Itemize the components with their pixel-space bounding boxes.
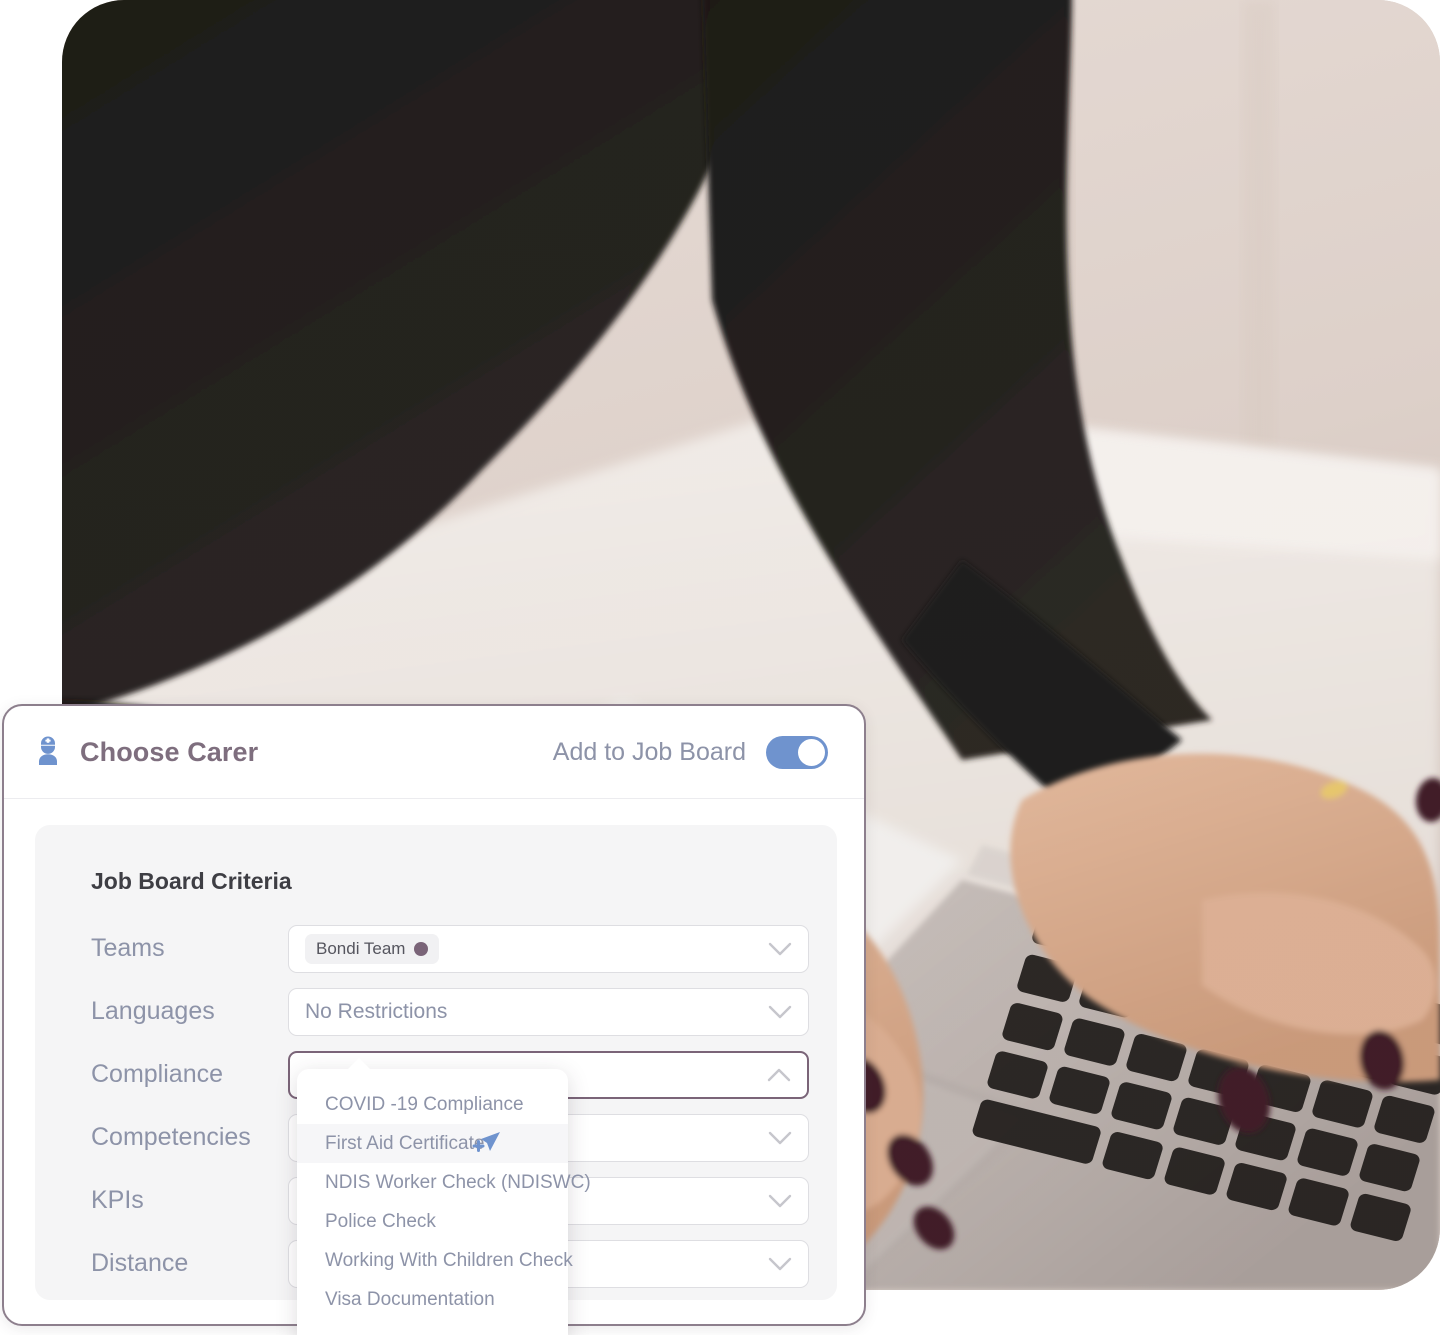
page-title: Choose Carer [80,736,259,767]
dropdown-option-covid-19-compliance[interactable]: COVID -19 Compliance [297,1085,568,1124]
chevron-down-icon[interactable] [768,1194,792,1208]
field-row-teams: Teams Bondi Team [63,917,809,980]
field-control-teams[interactable]: Bondi Team [288,924,809,973]
field-label-teams: Teams [91,934,165,962]
chevron-down-icon[interactable] [768,942,792,956]
chevron-up-icon[interactable] [767,1068,791,1082]
dropdown-option-working-with-children-check[interactable]: Working With Children Check [297,1241,573,1280]
carer-nurse-icon [30,734,66,770]
dropdown-option-first-aid-certificate[interactable]: First Aid Certificate [297,1124,568,1163]
header-right-group: Add to Job Board [552,735,828,769]
dropdown-option-visa-documentation[interactable]: Visa Documentation [297,1280,568,1319]
chevron-down-icon[interactable] [768,1005,792,1019]
dropdown-option-ndis-worker-check[interactable]: NDIS Worker Check (NDISWC) [297,1163,591,1202]
field-value-languages: No Restrictions [305,999,448,1023]
team-chip-label: Bondi Team [316,938,406,958]
dropdown-option-police-check[interactable]: Police Check [297,1202,568,1241]
team-chip-color-dot [414,941,429,956]
field-row-languages: Languages No Restrictions [63,980,809,1043]
chevron-down-icon[interactable] [768,1257,792,1271]
add-to-job-board-label: Add to Job Board [552,737,746,766]
field-label-distance: Distance [91,1249,189,1277]
panel-header: Choose Carer Add to Job Board [4,706,864,799]
field-control-languages[interactable]: No Restrictions [288,987,809,1036]
field-label-kpis: KPIs [91,1186,144,1214]
toggle-knob [798,738,825,766]
field-label-competencies: Competencies [91,1123,251,1151]
criteria-title: Job Board Criteria [91,868,292,894]
field-label-compliance: Compliance [91,1060,224,1088]
field-label-languages: Languages [91,997,215,1025]
screenshot-root: Choose Carer Add to Job Board Job Board … [0,0,1440,1335]
add-to-job-board-toggle[interactable] [766,735,828,769]
compliance-dropdown-menu: COVID -19 Compliance First Aid Certifica… [297,1069,591,1335]
team-chip[interactable]: Bondi Team [305,933,440,964]
chevron-down-icon[interactable] [768,1131,792,1145]
